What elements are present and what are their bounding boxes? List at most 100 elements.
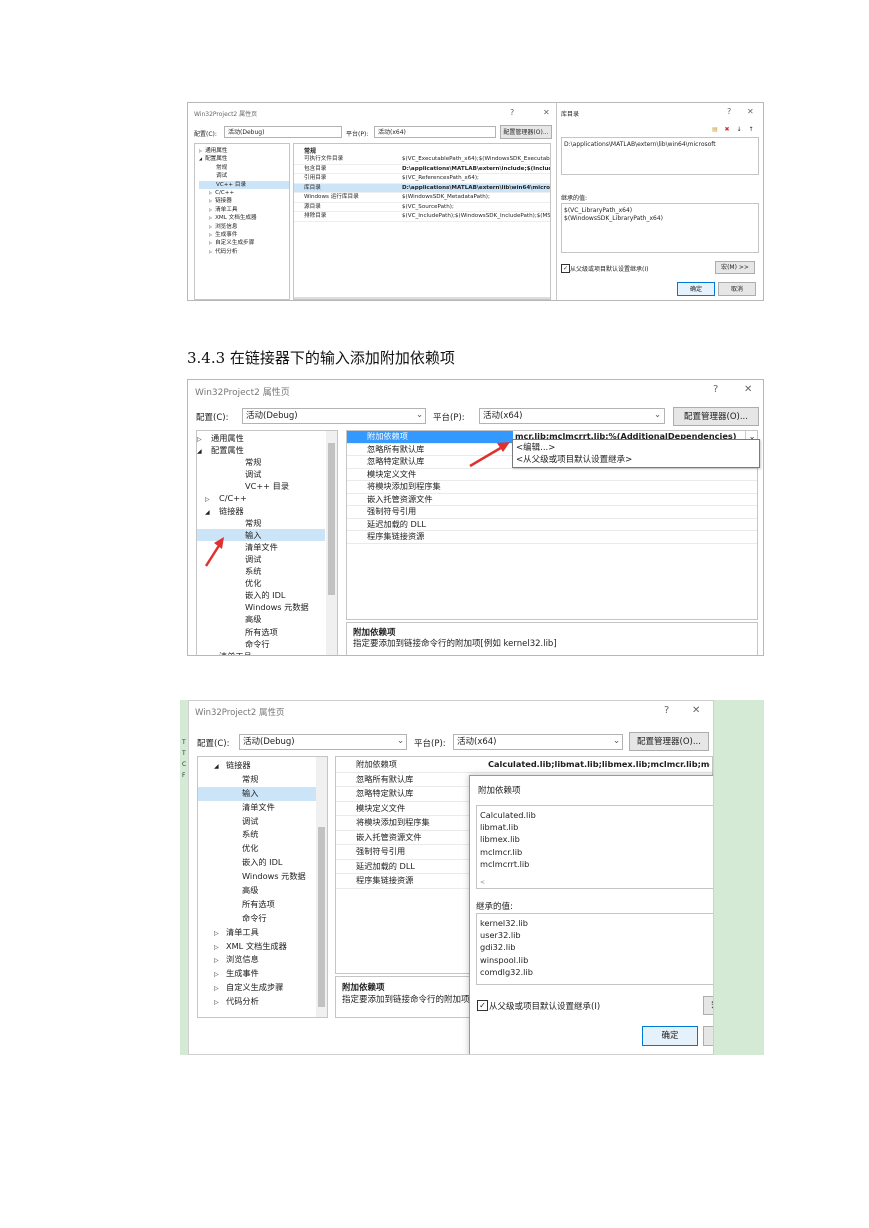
tree-item[interactable]: ▷清单工具 bbox=[198, 926, 316, 940]
expand-arrow-icon[interactable]: ▷ bbox=[209, 249, 212, 254]
tree-item[interactable]: 优化 bbox=[198, 842, 316, 856]
tree-item[interactable]: ◢ 配置属性 bbox=[199, 155, 287, 163]
new-line-icon[interactable]: ▤ bbox=[710, 126, 720, 133]
expand-arrow-icon[interactable]: ▷ bbox=[209, 207, 212, 212]
tree-item[interactable]: 常规 bbox=[199, 164, 289, 172]
close-icon[interactable]: ✕ bbox=[543, 108, 550, 117]
property-row[interactable]: 排除目录 $(VC_IncludePath);$(WindowsSDK_Inclu… bbox=[294, 212, 550, 222]
move-up-icon[interactable]: ↑ bbox=[746, 126, 756, 133]
cancel-button[interactable]: 取消 bbox=[703, 1026, 713, 1046]
platform-select[interactable]: 活动(x64) bbox=[453, 734, 623, 750]
tree-item[interactable]: ▷ 生成事件 bbox=[198, 967, 316, 981]
tree-item[interactable]: ▷ C/C++ bbox=[199, 189, 289, 197]
tree-item[interactable]: ▷ 自定义生成步骤 bbox=[198, 981, 316, 995]
delete-icon[interactable]: ✖ bbox=[722, 126, 732, 133]
expand-arrow-icon[interactable]: ▷ bbox=[209, 232, 212, 237]
tree-item[interactable]: ▷ 浏览信息 bbox=[199, 223, 289, 231]
tree-item[interactable]: ◢ 链接器 bbox=[198, 759, 316, 773]
scroll-left-icon[interactable]: < bbox=[480, 879, 485, 886]
tree-item[interactable]: ▷ 链接器 bbox=[199, 197, 289, 205]
dependency-entry[interactable]: libmex.lib bbox=[480, 833, 536, 845]
tree-item[interactable]: ▷ 代码分析 bbox=[199, 248, 289, 256]
expand-arrow-icon[interactable]: ▷ bbox=[214, 941, 226, 955]
property-row[interactable]: 可执行文件目录 $(VC_ExecutablePath_x64);$(Window… bbox=[294, 155, 550, 165]
tree-item[interactable]: ▷ 代码分析 bbox=[198, 995, 316, 1009]
help-button[interactable]: ? bbox=[727, 107, 731, 116]
expand-arrow-icon[interactable]: ▷ bbox=[214, 982, 226, 996]
tree-item[interactable]: ▷ 浏览信息 bbox=[198, 953, 316, 967]
dialog-title: 附加依赖项 bbox=[478, 786, 521, 796]
library-dir-entry[interactable]: D:\applications\MATLAB\extern\lib\win64\… bbox=[564, 141, 716, 148]
expand-arrow-icon[interactable]: ▷ bbox=[214, 927, 226, 941]
tree-item[interactable]: ▷清单工具 bbox=[199, 206, 289, 214]
tree-item[interactable]: ▷ XML 文档生成器 bbox=[198, 940, 316, 954]
library-dir-list[interactable]: D:\applications\MATLAB\extern\lib\win64\… bbox=[561, 137, 759, 175]
config-select[interactable]: 活动(Debug) bbox=[224, 126, 342, 138]
tree-scrollbar[interactable] bbox=[316, 757, 327, 1017]
tree-pane: ◢ 链接器 常规 输入 清单文件 调试 系统 优化 嵌入的 IDL Windows 元数据 高级 所有… bbox=[197, 756, 328, 1018]
macro-button[interactable]: 宏(M) >> bbox=[715, 261, 755, 274]
tree-item[interactable]: Windows 元数据 bbox=[198, 870, 316, 884]
config-select[interactable]: 活动(Debug) bbox=[239, 734, 407, 750]
expand-arrow-icon[interactable]: ◢ bbox=[199, 156, 202, 161]
tree-item-label: 清单工具 bbox=[215, 206, 238, 213]
tree-item[interactable]: 清单文件 bbox=[198, 801, 316, 815]
tree-item[interactable]: 调试 bbox=[199, 172, 289, 180]
platform-select[interactable]: 活动(x64) bbox=[374, 126, 496, 138]
property-row[interactable]: Windows 运行库目录 $(WindowsSDK_MetadataPath); bbox=[294, 193, 550, 203]
cancel-button[interactable]: 取消 bbox=[718, 282, 756, 296]
expand-arrow-icon[interactable]: ▷ bbox=[214, 996, 226, 1010]
expand-arrow-icon[interactable]: ▷ bbox=[209, 215, 212, 220]
dependency-entry[interactable]: mclmcrrt.lib bbox=[480, 858, 536, 870]
tree-item[interactable]: 嵌入的 IDL bbox=[198, 856, 316, 870]
config-manager-button[interactable]: 配置管理器(O)... bbox=[629, 732, 709, 751]
config-manager-button[interactable]: 配置管理器(O)... bbox=[500, 125, 552, 139]
expand-arrow-icon[interactable]: ▷ bbox=[214, 954, 226, 968]
chevron-down-icon[interactable]: ⌄ bbox=[397, 736, 404, 746]
inherit-checkbox[interactable]: ✓ bbox=[561, 264, 570, 273]
close-icon[interactable]: ✕ bbox=[692, 705, 700, 716]
property-row[interactable]: 库目录 D:\applications\MATLAB\extern\lib\win… bbox=[294, 183, 550, 193]
expand-arrow-icon[interactable]: ▷ bbox=[199, 148, 202, 153]
expand-arrow-icon[interactable]: ▷ bbox=[209, 198, 212, 203]
dependency-entry[interactable]: libmat.lib bbox=[480, 821, 536, 833]
expand-arrow-icon[interactable]: ▷ bbox=[209, 224, 212, 229]
tree-item[interactable]: 输入 bbox=[198, 786, 316, 801]
tree-item[interactable]: 高级 bbox=[198, 884, 316, 898]
help-button[interactable]: ? bbox=[664, 705, 669, 716]
tree-item[interactable]: 调试 bbox=[198, 815, 316, 829]
tree-item[interactable]: ▷ 自定义生成步骤 bbox=[199, 239, 289, 247]
property-row[interactable]: 附加依赖项 Calculated.lib;libmat.lib;libmex.li… bbox=[336, 758, 712, 773]
tree-item[interactable]: ▷ 生成事件 bbox=[199, 231, 289, 239]
expand-arrow-icon[interactable]: ▷ bbox=[214, 968, 226, 982]
inherit-checkbox[interactable]: ✓ bbox=[477, 1000, 488, 1011]
tree-item[interactable]: ▷ 通用属性 bbox=[199, 147, 287, 155]
dependency-entry[interactable]: Calculated.lib bbox=[480, 809, 536, 821]
property-row[interactable]: 包含目录 D:\applications\MATLAB\extern\includ… bbox=[294, 165, 550, 174]
move-down-icon[interactable]: ↓ bbox=[734, 126, 744, 133]
property-row[interactable]: 源目录 $(VC_SourcePath); bbox=[294, 203, 550, 212]
tree-item[interactable]: 常规 bbox=[198, 773, 316, 787]
ok-button[interactable]: 确定 bbox=[677, 282, 715, 296]
close-icon[interactable]: ✕ bbox=[747, 107, 754, 116]
expand-arrow-icon[interactable]: ▷ bbox=[209, 190, 212, 195]
deps-list[interactable]: Calculated.lib libmat.lib libmex.lib mclmcr… bbox=[476, 805, 713, 889]
expand-arrow-icon[interactable]: ▷ bbox=[209, 240, 212, 245]
tree-item[interactable]: VC++ 目录 bbox=[199, 180, 289, 189]
property-row[interactable]: 引用目录 $(VC_ReferencesPath_x64); bbox=[294, 174, 550, 184]
scrollbar-thumb[interactable] bbox=[318, 827, 325, 1007]
property-value[interactable]: Calculated.lib;libmat.lib;libmex.lib;mcl… bbox=[488, 758, 710, 772]
tree-item-label: C/C++ bbox=[215, 189, 235, 196]
tree-item[interactable]: 命令行 bbox=[198, 912, 316, 926]
tree-item[interactable]: ▷ XML 文档生成器 bbox=[199, 214, 289, 222]
expand-arrow-icon[interactable]: ◢ bbox=[214, 760, 226, 774]
chevron-down-icon[interactable]: ⌄ bbox=[613, 736, 620, 746]
additional-deps-dialog: 附加依赖项 ? ✕ Calculated.liblibmat.liblibmex… bbox=[469, 775, 713, 1054]
macro-button[interactable]: 宏(M) >> bbox=[703, 996, 713, 1015]
tree-item[interactable]: 系统 bbox=[198, 828, 316, 842]
ok-button[interactable]: 确定 bbox=[642, 1026, 698, 1046]
property-name: 强制符号引用 bbox=[356, 846, 406, 856]
tree-item[interactable]: 所有选项 bbox=[198, 898, 316, 912]
dependency-entry[interactable]: mclmcr.lib bbox=[480, 846, 536, 858]
help-button[interactable]: ? bbox=[510, 108, 514, 117]
